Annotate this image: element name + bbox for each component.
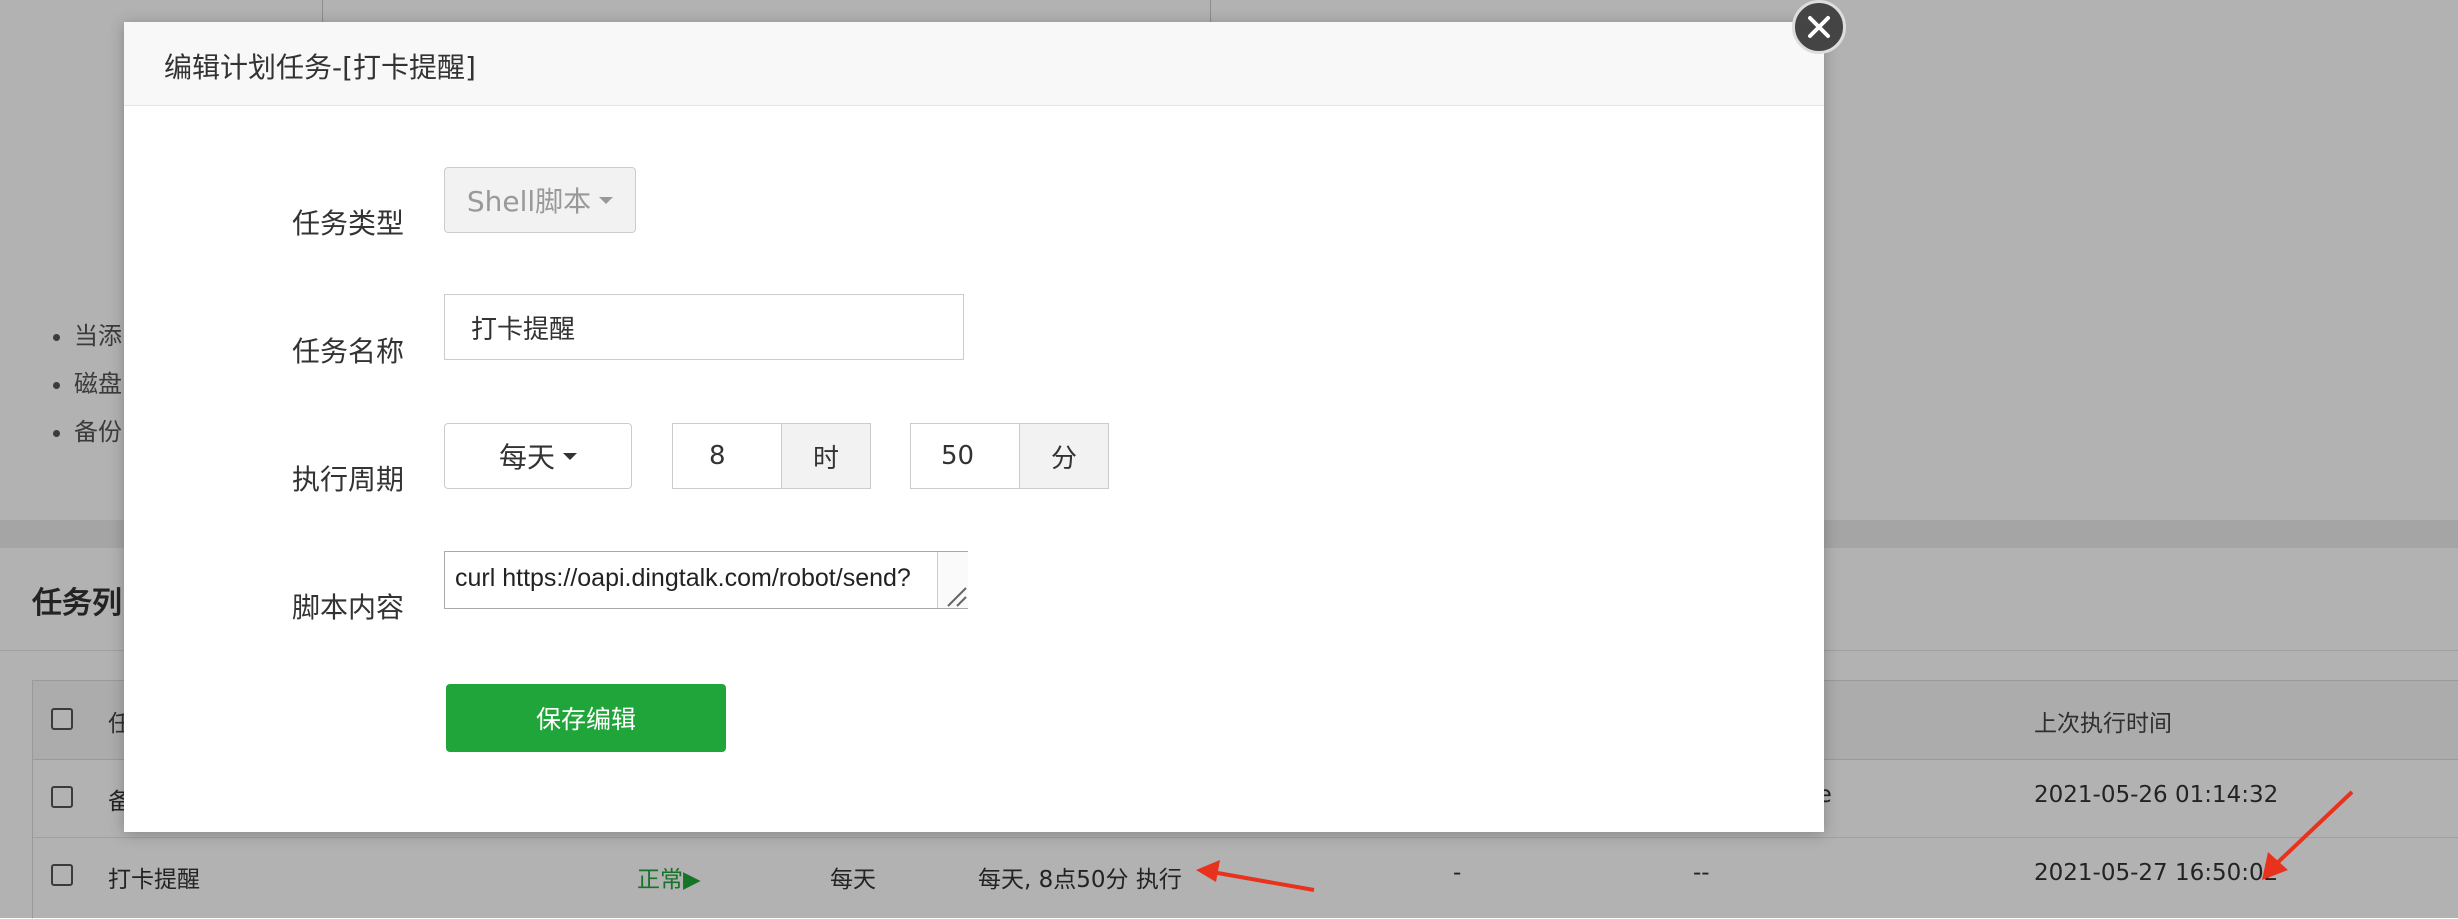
close-dialog-button[interactable] xyxy=(1792,0,1846,54)
task-type-value: Shell脚本 xyxy=(466,185,592,218)
textarea-scrollbar[interactable] xyxy=(937,552,968,608)
cycle-value: 每天 xyxy=(498,441,555,474)
task-name-label: 任务名称 xyxy=(292,335,405,368)
period-label: 执行周期 xyxy=(292,463,405,496)
edit-task-dialog: 编辑计划任务-[打卡提醒] 任务类型 Shell脚本 任务名称 打卡提醒 执行周… xyxy=(124,22,1824,832)
dialog-title: 编辑计划任务-[打卡提醒] xyxy=(164,51,476,84)
chevron-down-icon xyxy=(599,196,614,204)
save-edit-button[interactable]: 保存编辑 xyxy=(446,684,726,752)
script-textarea[interactable]: curl https://oapi.dingtalk.com/robot/sen… xyxy=(444,551,968,609)
hour-unit: 时 xyxy=(781,423,871,489)
task-name-input[interactable]: 打卡提醒 xyxy=(444,294,964,360)
annotation-arrow-icon xyxy=(1196,860,1315,892)
task-name-value: 打卡提醒 xyxy=(471,314,576,345)
resize-handle-icon[interactable] xyxy=(938,552,968,608)
hour-value: 8 xyxy=(709,441,726,471)
minute-unit: 分 xyxy=(1019,423,1109,489)
chevron-down-icon xyxy=(563,452,577,460)
minute-input[interactable]: 50 xyxy=(910,423,1020,489)
close-icon xyxy=(1808,16,1830,38)
dialog-header: 编辑计划任务-[打卡提醒] xyxy=(124,22,1824,106)
script-label: 脚本内容 xyxy=(292,591,405,624)
annotation-arrow-icon xyxy=(2262,790,2354,880)
task-type-label: 任务类型 xyxy=(292,207,405,240)
task-type-select: Shell脚本 xyxy=(444,167,636,233)
hour-input[interactable]: 8 xyxy=(672,423,782,489)
cycle-select[interactable]: 每天 xyxy=(444,423,632,489)
minute-value: 50 xyxy=(941,441,975,471)
